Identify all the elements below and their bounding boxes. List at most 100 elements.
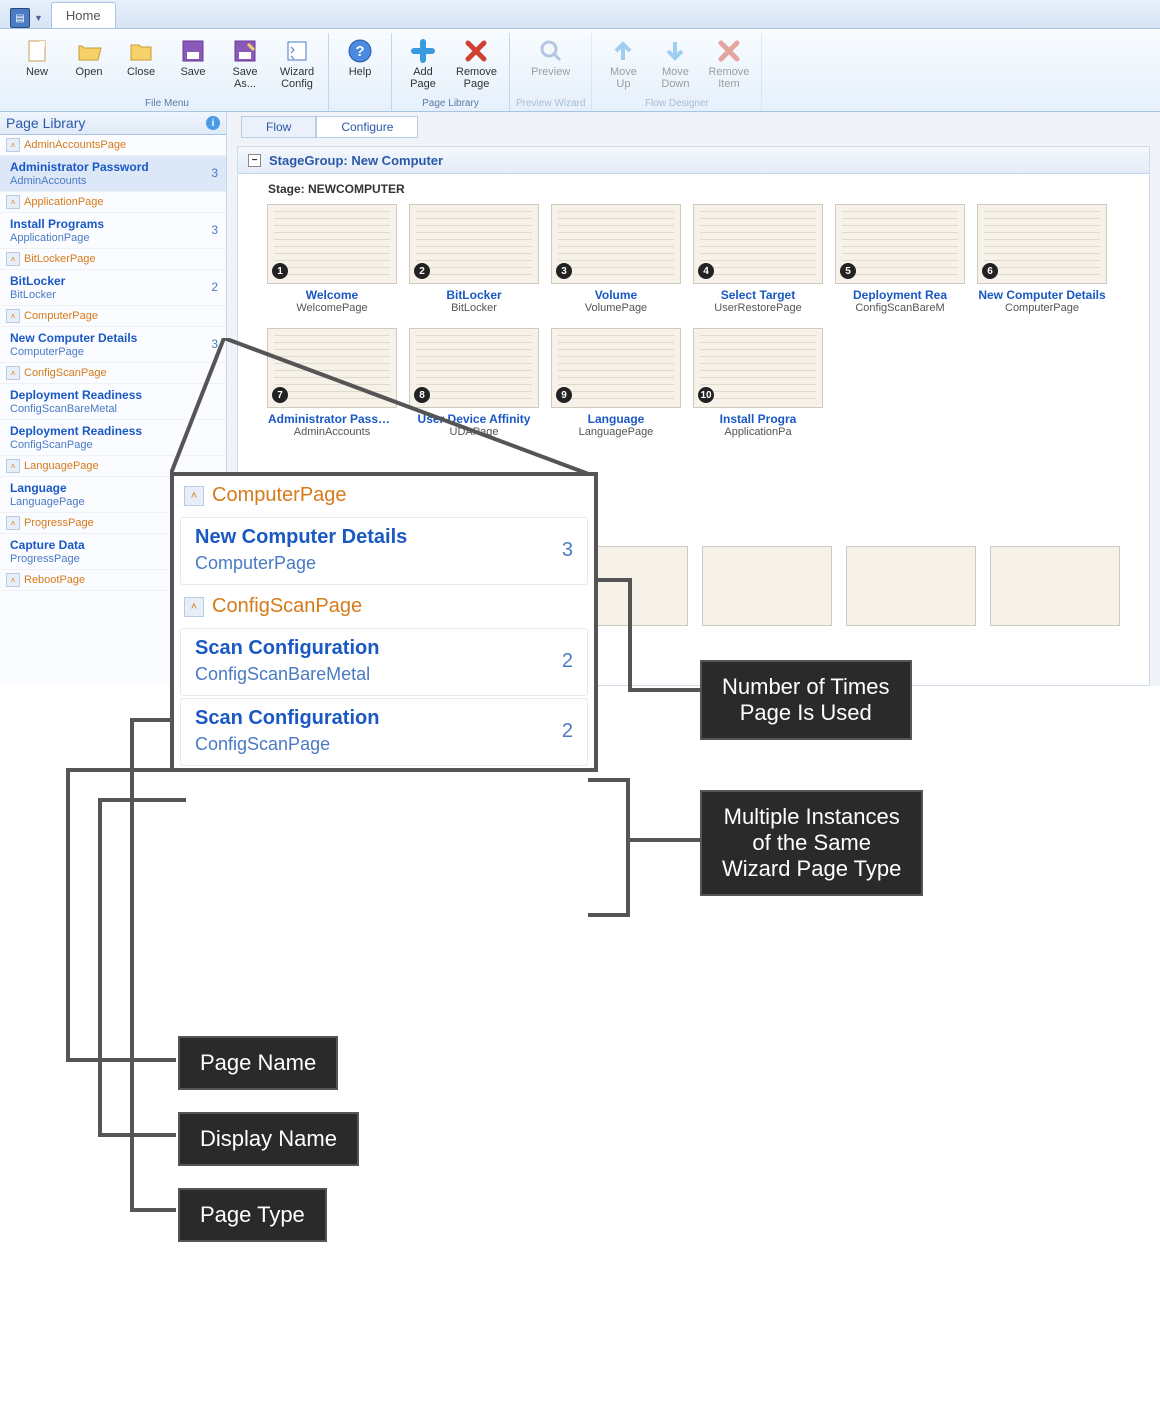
zoom-group-header: ˄ConfigScanPage [174,587,594,626]
page-thumbnail[interactable] [990,546,1120,626]
page-thumbnail[interactable]: 4Select TargetUserRestorePage [694,204,822,314]
thumbnail-title: Install Progra [694,412,822,426]
wizard-config-button[interactable]: Wizard Config [272,33,322,97]
item-subtype: ProgressPage [10,553,85,565]
item-subtype: ComputerPage [10,346,137,358]
sidebar-item[interactable]: Administrator PasswordAdminAccounts3 [0,156,226,192]
zoom-page-type: ConfigScanPage [195,734,379,755]
page-thumbnail[interactable]: 1WelcomeWelcomePage [268,204,396,314]
item-name: Capture Data [10,538,85,552]
thumbnail-subtitle: ComputerPage [978,302,1106,314]
sidebar-group-header[interactable]: ˄ AdminAccountsPage [0,135,226,156]
stagegroup-header[interactable]: − StageGroup: New Computer [238,147,1149,174]
item-count: 2 [211,274,218,294]
remove-page-button[interactable]: Remove Page [450,33,503,97]
thumbnail-subtitle: VolumePage [552,302,680,314]
remove-item-button: Remove Item [702,33,755,97]
close-button[interactable]: Close [116,33,166,97]
zoom-connector [170,338,594,476]
page-thumbnail[interactable] [846,546,976,626]
page-thumbnail[interactable]: 2BitLockerBitLocker [410,204,538,314]
svg-text:?: ? [355,43,364,60]
thumbnail-subtitle: UserRestorePage [694,302,822,314]
sidebar-group-name: BitLockerPage [24,253,96,265]
ribbon-group-page-library: Add Page Remove Page Page Library [392,33,510,111]
callout-display-name: Display Name [178,1112,359,1166]
item-name: Install Programs [10,217,104,231]
save-button[interactable]: Save [168,33,218,97]
item-name: Deployment Readiness [10,424,142,438]
thumbnail-number-badge: 6 [982,263,998,279]
ribbon-group-label: Page Library [398,97,503,111]
sidebar-group-name: ConfigScanPage [24,367,107,379]
page-thumbnail[interactable] [702,546,832,626]
item-count: 3 [211,217,218,237]
page-thumbnail[interactable]: 6 New Computer DetailsComputerPage [978,204,1106,314]
page-thumbnail[interactable]: 5Deployment ReaConfigScanBareM [836,204,964,314]
chevron-up-icon: ˄ [6,138,20,152]
chevron-up-icon: ˄ [6,573,20,587]
chevron-up-icon: ˄ [6,195,20,209]
page-thumbnail[interactable]: 10 Install PrograApplicationPa [694,328,822,438]
item-name: Language [10,481,85,495]
page-thumbnail[interactable]: 3VolumeVolumePage [552,204,680,314]
document-icon[interactable]: ▤ [10,8,30,28]
new-button[interactable]: New [12,33,62,97]
item-subtype: AdminAccounts [10,175,149,187]
stage-label: Stage: NEWCOMPUTER [238,174,1149,200]
x-icon [715,37,743,65]
sidebar-group-name: AdminAccountsPage [24,139,126,151]
sidebar-item[interactable]: BitLockerBitLocker2 [0,270,226,306]
collapse-icon[interactable]: − [248,154,261,167]
ribbon-group-label: Flow Designer [598,97,755,111]
magnifier-icon [537,37,565,65]
thumbnail-title: New Computer Details [978,288,1106,302]
thumbnail-subtitle: ApplicationPa [694,426,822,438]
thumbnail-title: Welcome [268,288,396,302]
sidebar-group-name: LanguagePage [24,460,99,472]
sidebar-group-header[interactable]: ˄ApplicationPage [0,192,226,213]
item-name: Administrator Password [10,160,149,174]
thumbnail-title: Deployment Rea [836,288,964,302]
sidebar-header: Page Library i [0,112,226,135]
chevron-down-icon[interactable]: ▼ [34,13,43,23]
plus-icon [409,37,437,65]
sidebar-item[interactable]: Install ProgramsApplicationPage 3 [0,213,226,249]
sidebar-group-header[interactable]: ˄ComputerPage [0,306,226,327]
arrow-up-icon [609,37,637,65]
item-name: New Computer Details [10,331,137,345]
thumbnail-number-badge: 3 [556,263,572,279]
chevron-up-icon: ˄ [184,486,204,506]
folder-open-icon [75,37,103,65]
tab-flow[interactable]: Flow [241,116,316,138]
thumbnail-image: 2 [409,204,539,284]
save-as-button[interactable]: Save As... [220,33,270,97]
sidebar-group-header[interactable]: ˄ BitLockerPage [0,249,226,270]
help-button[interactable]: ?Help [335,33,385,108]
stagegroup-title: StageGroup: New Computer [269,153,443,168]
ribbon-tab-strip: ▤ ▼ Home [0,0,1160,29]
save-as-icon [231,37,259,65]
thumbnail-image: 5 [835,204,965,284]
checklist-icon [283,37,311,65]
ribbon: New Open Close Save Save As... Wizard Co… [0,29,1160,112]
thumbnail-number-badge: 2 [414,263,430,279]
item-subtype: ApplicationPage [10,232,104,244]
thumbnail-image: 4 [693,204,823,284]
open-button[interactable]: Open [64,33,114,97]
chevron-up-icon: ˄ [6,252,20,266]
info-icon[interactable]: i [206,116,220,130]
thumbnail-number-badge: 10 [698,387,714,403]
new-file-icon [23,37,51,65]
save-icon [179,37,207,65]
chevron-up-icon: ˄ [6,309,20,323]
arrow-down-icon [661,37,689,65]
tab-home[interactable]: Home [51,2,116,28]
thumbnail-image: 10 [693,328,823,408]
zoom-overlay: ˄ComputerPage New Computer DetailsComput… [170,472,598,772]
ribbon-group-flow: Move Up Move Down Remove Item Flow Desig… [592,33,762,111]
zoom-item-3: Scan ConfigurationConfigScanPage 2 [180,698,588,766]
add-page-button[interactable]: Add Page [398,33,448,97]
tab-configure[interactable]: Configure [316,116,418,138]
ribbon-group-help: ?Help [329,33,392,111]
